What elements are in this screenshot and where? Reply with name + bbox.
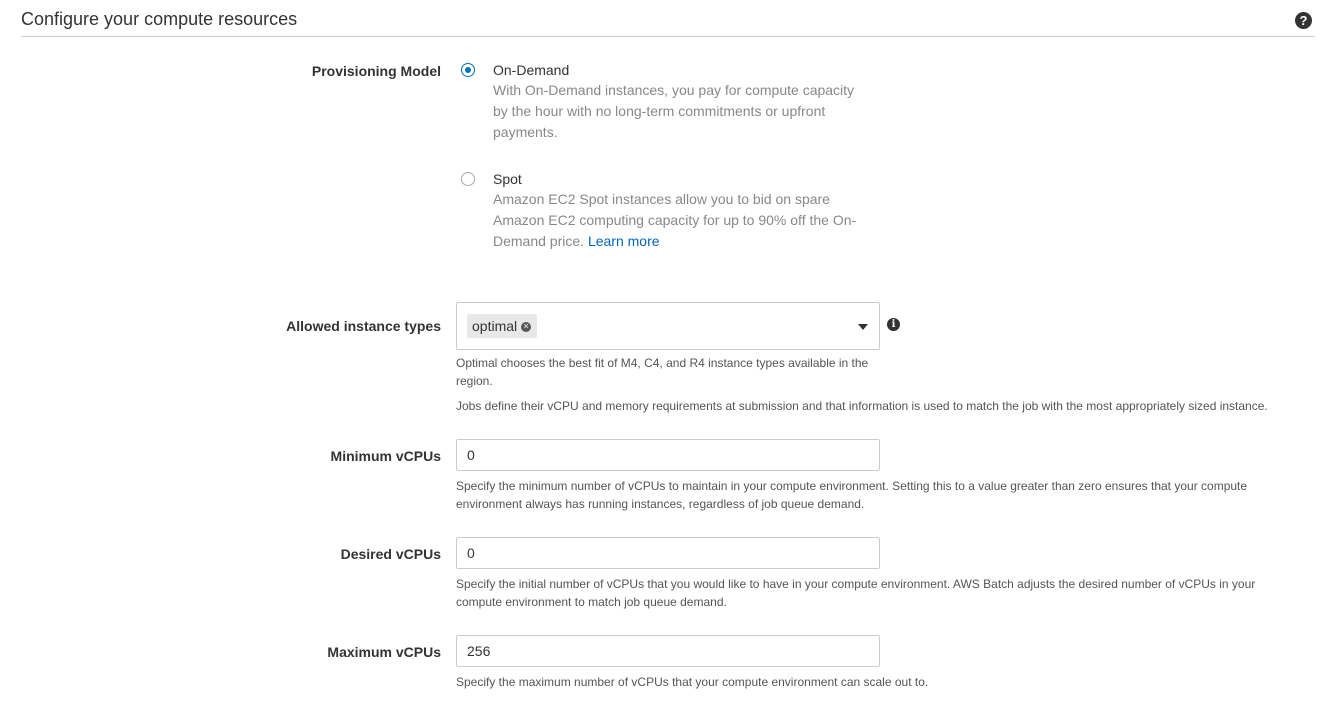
min-vcpus-hint: Specify the minimum number of vCPUs to m… — [456, 477, 1247, 513]
on-demand-label[interactable]: On-Demand — [493, 62, 569, 78]
hint-line: region. — [456, 374, 493, 388]
token-label: optimal — [472, 318, 518, 334]
max-vcpus-hint: Specify the maximum number of vCPUs that… — [456, 675, 929, 689]
spot-radio[interactable] — [461, 172, 475, 186]
info-circle-icon[interactable]: i — [887, 318, 900, 331]
section-title: Configure your compute resources — [21, 9, 298, 29]
min-vcpus-label: Minimum vCPUs — [330, 448, 441, 464]
spot-label[interactable]: Spot — [493, 171, 522, 187]
on-demand-desc-line: by the hour with no long-term commitment… — [493, 103, 826, 119]
instance-types-select[interactable]: optimal ✕ — [456, 302, 880, 350]
instance-types-hint: Optimal chooses the best fit of M4, C4, … — [456, 354, 886, 390]
hint-line: compute environment to match job queue d… — [456, 595, 727, 609]
on-demand-desc-line: payments. — [493, 124, 558, 140]
on-demand-description: With On-Demand instances, you pay for co… — [493, 80, 873, 143]
hint-line: Specify the minimum number of vCPUs to m… — [456, 479, 1248, 493]
dropdown-caret-icon[interactable] — [858, 324, 868, 330]
section-header: Configure your compute resources ? — [21, 0, 1315, 37]
provisioning-model-label: Provisioning Model — [311, 63, 441, 79]
min-vcpus-input[interactable] — [456, 439, 880, 471]
hint-line: Specify the initial number of vCPUs that… — [456, 577, 1256, 591]
question-circle-icon[interactable]: ? — [1295, 12, 1312, 29]
instance-types-label: Allowed instance types — [286, 318, 441, 334]
on-demand-desc-line: With On-Demand instances, you pay for co… — [493, 82, 855, 98]
instance-types-hint2: Jobs define their vCPU and memory requir… — [456, 399, 1268, 413]
desired-vcpus-hint: Specify the initial number of vCPUs that… — [456, 575, 1255, 611]
spot-desc-line-last: Demand price. Learn more — [493, 231, 873, 252]
desired-vcpus-label: Desired vCPUs — [340, 546, 441, 562]
spot-desc-line: Amazon EC2 Spot instances allow you to b… — [493, 191, 830, 207]
hint-line: environment always has running instances… — [456, 497, 865, 511]
learn-more-link[interactable]: Learn more — [588, 233, 660, 249]
spot-desc-line: Demand price. — [493, 233, 585, 249]
on-demand-radio[interactable] — [461, 63, 475, 77]
remove-token-icon[interactable]: ✕ — [521, 322, 532, 333]
max-vcpus-input[interactable] — [456, 635, 880, 667]
instance-type-token: optimal ✕ — [467, 314, 538, 338]
max-vcpus-label: Maximum vCPUs — [327, 644, 441, 660]
spot-description: Amazon EC2 Spot instances allow you to b… — [493, 189, 873, 252]
desired-vcpus-input[interactable] — [456, 537, 880, 569]
spot-desc-line: Amazon EC2 computing capacity for up to … — [493, 212, 857, 228]
hint-line: Optimal chooses the best fit of M4, C4, … — [456, 356, 869, 370]
